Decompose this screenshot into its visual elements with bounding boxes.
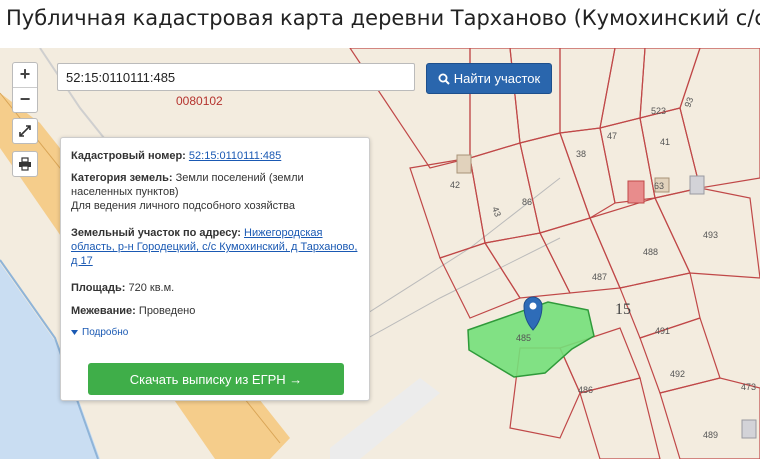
address-label: Земельный участок по адресу: <box>71 227 241 239</box>
address-row: Земельный участок по адресу: Нижегородск… <box>71 226 361 268</box>
parcel-number: 86 <box>522 197 532 207</box>
parcel-number: 493 <box>703 230 718 240</box>
parcel-number: 487 <box>592 272 607 282</box>
address-link[interactable]: д 17 <box>71 255 93 267</box>
parcel-number: 41 <box>660 137 670 147</box>
parcel-number: 488 <box>643 247 658 257</box>
survey-value: Проведено <box>138 305 196 317</box>
find-parcel-label: Найти участок <box>453 71 541 86</box>
parcel-number: 42 <box>450 180 460 190</box>
download-egrn-button[interactable]: Скачать выписку из ЕГРН → <box>88 363 344 395</box>
parcel-number: 491 <box>655 326 670 336</box>
cadastral-number-row: Кадастровый номер: 52:15:0110111:485 <box>71 149 361 163</box>
quarter-number: 15 <box>615 301 631 318</box>
details-link[interactable]: Подробно <box>71 326 361 340</box>
parcel-number: 485 <box>516 333 531 343</box>
quarter-code: 0080102 <box>176 94 223 108</box>
search-icon <box>438 73 450 85</box>
zoom-control: + − <box>12 62 38 113</box>
area-row: Площадь: 720 кв.м. <box>71 281 361 295</box>
area-value: 720 кв.м. <box>128 282 175 294</box>
land-category-value: Земли поселений (земли <box>175 172 304 184</box>
cadastral-number-link[interactable]: 52:15:0110111:485 <box>189 150 281 162</box>
address-link[interactable]: Нижегородская <box>244 227 323 239</box>
parcel-number: 63 <box>654 181 664 191</box>
parcel-number: 93 <box>682 96 695 109</box>
parcel-number: 47 <box>607 131 617 141</box>
details-link-label: Подробно <box>82 327 129 338</box>
parcel-number: 486 <box>578 385 593 395</box>
fullscreen-button[interactable] <box>12 118 38 144</box>
parcel-number: 38 <box>576 149 586 159</box>
survey-row: Межевание: Проведено <box>71 304 361 318</box>
parcel-number: 489 <box>703 430 718 440</box>
cadastral-search-input[interactable] <box>57 63 415 91</box>
parcel-info-panel: Кадастровый номер: 52:15:0110111:485 Кат… <box>60 137 370 401</box>
parcel-number: 473 <box>741 382 756 392</box>
find-parcel-button[interactable]: Найти участок <box>426 63 552 94</box>
address-link[interactable]: область, р-н Городецкий, с/с Кумохинский… <box>71 241 357 253</box>
parcel-number: 492 <box>670 369 685 379</box>
land-category-row: Категория земель: Земли поселений (земли… <box>71 171 361 213</box>
building <box>456 154 472 174</box>
page-title: Публичная кадастровая карта деревни Тарх… <box>6 6 760 30</box>
parcel-number: 523 <box>651 106 666 116</box>
land-category-label: Категория земель: <box>71 172 173 184</box>
parcel-number: 43 <box>490 205 503 218</box>
print-button[interactable] <box>12 151 38 177</box>
expand-icon <box>19 125 31 137</box>
triangle-down-icon <box>71 330 78 335</box>
land-use-value: Для ведения личного подсобного хозяйства <box>71 200 295 212</box>
building <box>627 180 645 204</box>
zoom-out-button[interactable]: − <box>13 87 37 112</box>
land-category-value: населенных пунктов) <box>71 186 179 198</box>
building <box>689 175 705 195</box>
survey-label: Межевание: <box>71 305 136 317</box>
print-icon <box>19 157 31 171</box>
cadastral-number-label: Кадастровый номер: <box>71 150 186 162</box>
zoom-in-button[interactable]: + <box>13 63 37 87</box>
area-label: Площадь: <box>71 282 126 294</box>
building <box>741 419 757 439</box>
